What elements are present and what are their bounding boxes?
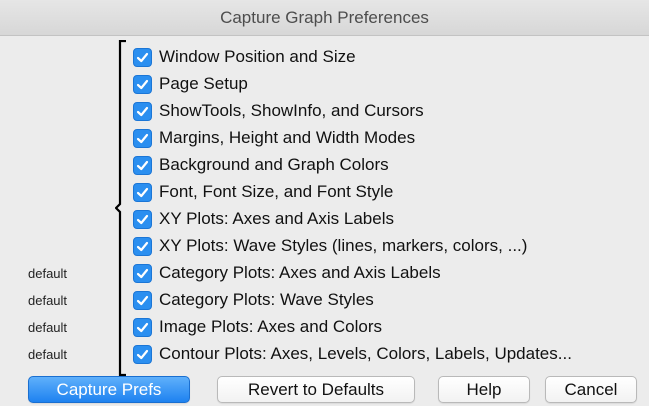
option-row-showtools: ShowTools, ShowInfo, and Cursors <box>0 98 649 125</box>
default-label: default <box>28 320 68 335</box>
help-button[interactable]: Help <box>438 376 530 403</box>
default-label: default <box>28 266 68 281</box>
checkmark-icon <box>136 214 149 225</box>
checkbox-font[interactable] <box>133 183 152 202</box>
option-row-background-colors: Background and Graph Colors <box>0 152 649 179</box>
option-label[interactable]: Page Setup <box>159 74 248 94</box>
checkmark-icon <box>136 268 149 279</box>
option-row-image-plots: default Image Plots: Axes and Colors <box>0 314 649 341</box>
checkbox-margins[interactable] <box>133 129 152 148</box>
checkbox-page-setup[interactable] <box>133 75 152 94</box>
option-row-xy-wave-styles: XY Plots: Wave Styles (lines, markers, c… <box>0 233 649 260</box>
option-row-contour-plots: default Contour Plots: Axes, Levels, Col… <box>0 341 649 368</box>
checkmark-icon <box>136 52 149 63</box>
option-label[interactable]: Category Plots: Axes and Axis Labels <box>159 263 441 283</box>
default-label: default <box>28 293 68 308</box>
default-label: default <box>28 347 68 362</box>
checkbox-background-colors[interactable] <box>133 156 152 175</box>
option-row-page-setup: Page Setup <box>0 71 649 98</box>
button-bar: Capture Prefs Revert to Defaults Help Ca… <box>0 372 649 406</box>
checkbox-window-position[interactable] <box>133 48 152 67</box>
checkmark-icon <box>136 106 149 117</box>
checkmark-icon <box>136 322 149 333</box>
option-row-category-axes: default Category Plots: Axes and Axis La… <box>0 260 649 287</box>
checkbox-category-axes[interactable] <box>133 264 152 283</box>
option-row-category-wave-styles: default Category Plots: Wave Styles <box>0 287 649 314</box>
checkmark-icon <box>136 133 149 144</box>
option-label[interactable]: XY Plots: Wave Styles (lines, markers, c… <box>159 236 527 256</box>
checkbox-showtools[interactable] <box>133 102 152 121</box>
capture-prefs-button[interactable]: Capture Prefs <box>28 376 190 403</box>
checkbox-xy-axes[interactable] <box>133 210 152 229</box>
option-row-margins: Margins, Height and Width Modes <box>0 125 649 152</box>
option-label[interactable]: Image Plots: Axes and Colors <box>159 317 382 337</box>
option-label[interactable]: Contour Plots: Axes, Levels, Colors, Lab… <box>159 344 572 364</box>
checkmark-icon <box>136 349 149 360</box>
checkbox-image-plots[interactable] <box>133 318 152 337</box>
option-row-xy-axes: XY Plots: Axes and Axis Labels <box>0 206 649 233</box>
checkmark-icon <box>136 241 149 252</box>
cancel-button[interactable]: Cancel <box>545 376 637 403</box>
revert-to-defaults-button[interactable]: Revert to Defaults <box>217 376 415 403</box>
option-row-window-position: Window Position and Size <box>0 44 649 71</box>
checkmark-icon <box>136 187 149 198</box>
option-label[interactable]: XY Plots: Axes and Axis Labels <box>159 209 394 229</box>
checkbox-xy-wave-styles[interactable] <box>133 237 152 256</box>
option-label[interactable]: Font, Font Size, and Font Style <box>159 182 393 202</box>
option-label[interactable]: Window Position and Size <box>159 47 356 67</box>
option-label[interactable]: Category Plots: Wave Styles <box>159 290 374 310</box>
option-label[interactable]: ShowTools, ShowInfo, and Cursors <box>159 101 424 121</box>
option-label[interactable]: Background and Graph Colors <box>159 155 389 175</box>
checkbox-contour-plots[interactable] <box>133 345 152 364</box>
preferences-panel: Window Position and Size Page Setup Show… <box>0 36 649 376</box>
option-row-font: Font, Font Size, and Font Style <box>0 179 649 206</box>
checkmark-icon <box>136 160 149 171</box>
option-label[interactable]: Margins, Height and Width Modes <box>159 128 415 148</box>
checkbox-category-wave-styles[interactable] <box>133 291 152 310</box>
window-title: Capture Graph Preferences <box>0 0 649 36</box>
checkmark-icon <box>136 79 149 90</box>
preferences-window: Capture Graph Preferences Window Positio… <box>0 0 649 406</box>
checkmark-icon <box>136 295 149 306</box>
